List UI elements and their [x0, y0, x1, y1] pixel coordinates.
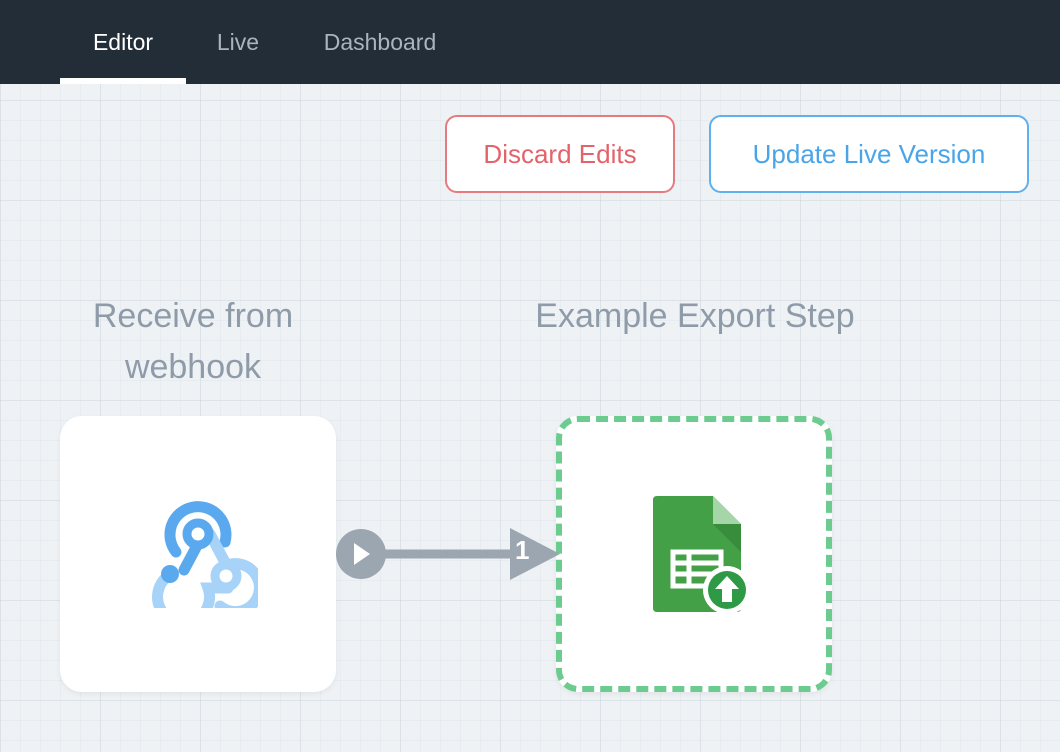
google-sheets-export-icon	[653, 496, 751, 614]
discard-edits-button[interactable]: Discard Edits	[445, 115, 675, 193]
connector-label: 1	[515, 535, 530, 565]
webhook-icon	[152, 501, 258, 608]
tab-editor[interactable]: Editor	[60, 0, 186, 84]
step-card-webhook[interactable]	[60, 416, 336, 692]
top-nav: Editor Live Dashboard	[0, 0, 1060, 84]
tab-live[interactable]: Live	[206, 0, 270, 84]
step-card-export[interactable]	[556, 416, 832, 692]
update-live-version-button[interactable]: Update Live Version	[709, 115, 1029, 193]
step-connector[interactable]	[334, 520, 566, 590]
tab-dashboard[interactable]: Dashboard	[310, 0, 450, 84]
step-title-webhook: Receive from webhook	[92, 297, 294, 386]
step-title-export: Example Export Step	[535, 297, 855, 335]
